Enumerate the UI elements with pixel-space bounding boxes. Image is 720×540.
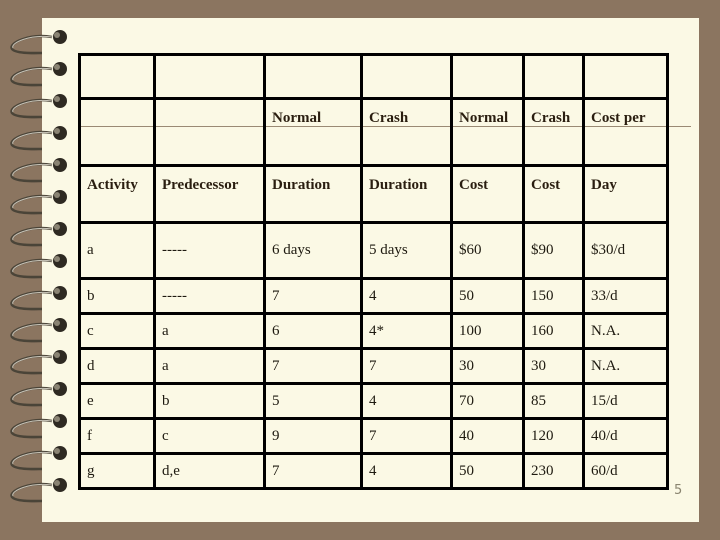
- header-cell: [78, 53, 156, 100]
- cell-crash-duration: 7: [360, 347, 453, 385]
- spiral-ring-icon: [10, 158, 67, 183]
- header-cell: [153, 53, 266, 100]
- cell-normal-duration: 7: [263, 452, 363, 490]
- spiral-ring-icon: [10, 30, 67, 55]
- cell-activity: e: [78, 382, 156, 420]
- cell-normal-cost: 30: [450, 347, 525, 385]
- spiral-ring-icon: [10, 190, 67, 215]
- spiral-ring-icon: [10, 318, 67, 343]
- spiral-ring-icon: [10, 414, 67, 439]
- cell-cost-per-day: 40/d: [582, 417, 669, 455]
- header-row-labels: Activity Predecessor Duration Duration C…: [78, 164, 669, 224]
- cell-cost-per-day: 15/d: [582, 382, 669, 420]
- header-crash-duration: Duration: [360, 164, 453, 224]
- header-row-blank: [78, 53, 669, 100]
- cell-activity: g: [78, 452, 156, 490]
- header-predecessor: Predecessor: [153, 164, 266, 224]
- cell-crash-duration: 5 days: [360, 221, 453, 280]
- cell-predecessor: -----: [153, 221, 266, 280]
- cell-crash-duration: 4: [360, 452, 453, 490]
- cell-cost-per-day: 60/d: [582, 452, 669, 490]
- header-cell: [153, 97, 266, 167]
- cell-cost-per-day: N.A.: [582, 312, 669, 350]
- cell-predecessor: a: [153, 347, 266, 385]
- spiral-binding: [10, 30, 67, 503]
- spiral-ring-icon: [10, 94, 67, 119]
- header-row-type: Normal Crash Normal Crash Cost per: [78, 97, 669, 167]
- header-cell-normal: Normal: [263, 97, 363, 167]
- header-crash-cost: Cost: [522, 164, 585, 224]
- cell-cost-per-day: $30/d: [582, 221, 669, 280]
- cell-predecessor: -----: [153, 277, 266, 315]
- cell-crash-cost: 120: [522, 417, 585, 455]
- header-cell: [450, 53, 525, 100]
- table-row: e b 5 4 70 85 15/d: [78, 382, 669, 420]
- cell-crash-cost: 85: [522, 382, 585, 420]
- spiral-ring-icon: [10, 254, 67, 279]
- cell-activity: b: [78, 277, 156, 315]
- header-cell-cost-per: Cost per: [582, 97, 669, 167]
- cell-normal-duration: 7: [263, 347, 363, 385]
- cell-normal-cost: 50: [450, 452, 525, 490]
- table-row: a ----- 6 days 5 days $60 $90 $30/d: [78, 221, 669, 280]
- header-cell-crash: Crash: [360, 97, 453, 167]
- spiral-ring-icon: [10, 222, 67, 247]
- cell-activity: a: [78, 221, 156, 280]
- header-cost-per-day: Day: [582, 164, 669, 224]
- table-row: d a 7 7 30 30 N.A.: [78, 347, 669, 385]
- spiral-ring-icon: [10, 446, 67, 471]
- header-normal-duration: Duration: [263, 164, 363, 224]
- spiral-ring-icon: [10, 126, 67, 151]
- spiral-ring-icon: [10, 286, 67, 311]
- cell-crash-duration: 7: [360, 417, 453, 455]
- cell-predecessor: a: [153, 312, 266, 350]
- header-cell: [360, 53, 453, 100]
- spiral-ring-icon: [10, 350, 67, 375]
- header-cell-crash: Crash: [522, 97, 585, 167]
- cell-predecessor: b: [153, 382, 266, 420]
- table-row: f c 9 7 40 120 40/d: [78, 417, 669, 455]
- cell-crash-cost: 230: [522, 452, 585, 490]
- cell-normal-duration: 5: [263, 382, 363, 420]
- cell-normal-duration: 7: [263, 277, 363, 315]
- table-row: b ----- 7 4 50 150 33/d: [78, 277, 669, 315]
- crashing-cost-table: Normal Crash Normal Crash Cost per Activ…: [78, 53, 669, 490]
- cell-crash-cost: 30: [522, 347, 585, 385]
- cell-crash-duration: 4: [360, 382, 453, 420]
- cell-cost-per-day: 33/d: [582, 277, 669, 315]
- cell-normal-cost: 70: [450, 382, 525, 420]
- cell-normal-cost: $60: [450, 221, 525, 280]
- cell-normal-cost: 100: [450, 312, 525, 350]
- cell-normal-duration: 6: [263, 312, 363, 350]
- cell-crash-cost: 160: [522, 312, 585, 350]
- header-cell: [263, 53, 363, 100]
- spiral-ring-icon: [10, 382, 67, 407]
- page-number: 5: [674, 483, 683, 498]
- cell-predecessor: c: [153, 417, 266, 455]
- cell-activity: f: [78, 417, 156, 455]
- cell-cost-per-day: N.A.: [582, 347, 669, 385]
- cell-activity: d: [78, 347, 156, 385]
- cell-predecessor: d,e: [153, 452, 266, 490]
- cell-normal-duration: 9: [263, 417, 363, 455]
- header-cell: [582, 53, 669, 100]
- table-row: g d,e 7 4 50 230 60/d: [78, 452, 669, 490]
- cell-normal-cost: 40: [450, 417, 525, 455]
- cell-crash-cost: $90: [522, 221, 585, 280]
- cell-crash-cost: 150: [522, 277, 585, 315]
- spiral-ring-icon: [10, 62, 67, 87]
- cell-normal-duration: 6 days: [263, 221, 363, 280]
- cell-crash-duration: 4*: [360, 312, 453, 350]
- cell-crash-duration: 4: [360, 277, 453, 315]
- header-cell: [522, 53, 585, 100]
- cell-normal-cost: 50: [450, 277, 525, 315]
- header-normal-cost: Cost: [450, 164, 525, 224]
- table-row: c a 6 4* 100 160 N.A.: [78, 312, 669, 350]
- header-cell: [78, 97, 156, 167]
- cell-activity: c: [78, 312, 156, 350]
- header-activity: Activity: [78, 164, 156, 224]
- header-cell-normal: Normal: [450, 97, 525, 167]
- spiral-ring-icon: [10, 478, 67, 503]
